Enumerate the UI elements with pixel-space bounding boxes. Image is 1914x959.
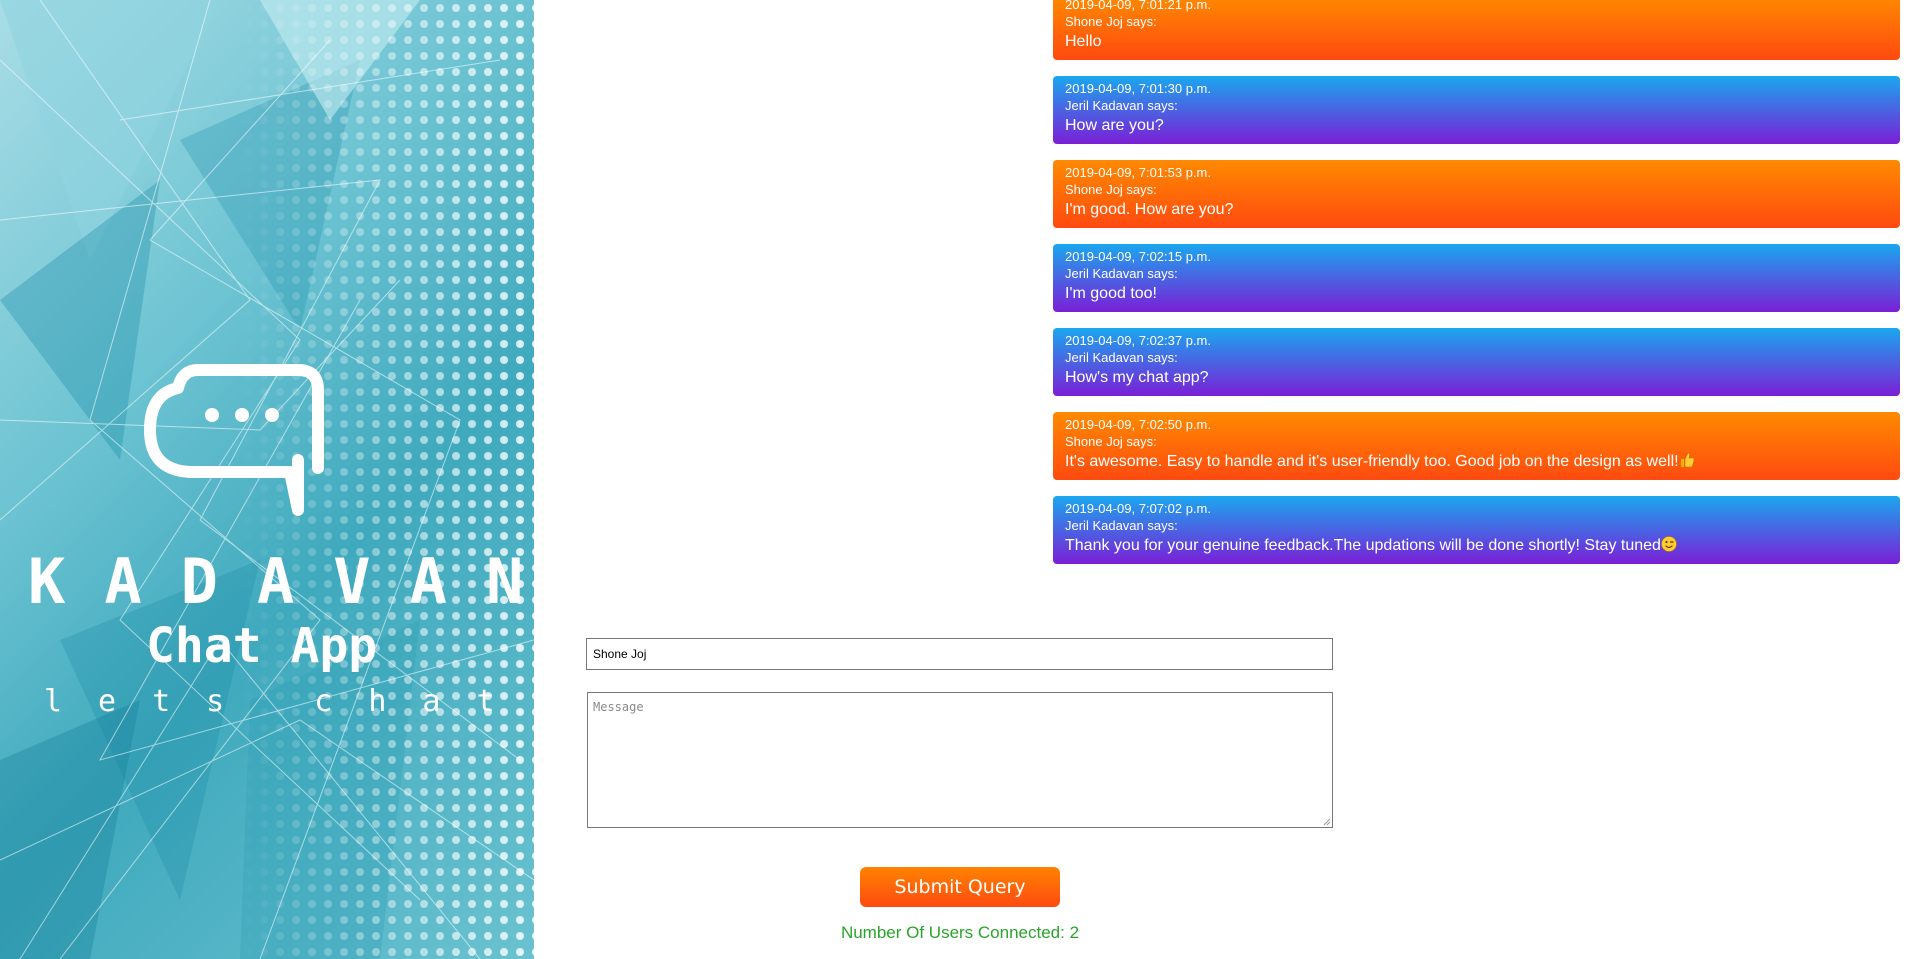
- message-author: Jeril Kadavan says:: [1065, 350, 1178, 365]
- brand-subtitle: Chat App: [146, 618, 378, 674]
- message-timestamp: 2019-04-09, 7:01:21 p.m.: [1065, 0, 1211, 12]
- message-input[interactable]: [587, 692, 1333, 828]
- chat-content: 2019-04-09, 7:01:21 p.m. Shone Joj says:…: [534, 0, 1914, 959]
- message-author: Shone Joj says:: [1065, 434, 1157, 449]
- message-item: 2019-04-09, 7:01:53 p.m. Shone Joj says:…: [1053, 160, 1900, 228]
- brand-tagline: lets chat: [44, 684, 531, 719]
- message-text: How are you?: [1065, 117, 1164, 134]
- wink-face-icon: [1661, 536, 1677, 552]
- message-author: Jeril Kadavan says:: [1065, 518, 1178, 533]
- message-author: Shone Joj says:: [1065, 14, 1157, 29]
- message-text: I'm good. How are you?: [1065, 201, 1234, 218]
- brand-name: KADAVAN: [28, 545, 534, 618]
- message-author: Jeril Kadavan says:: [1065, 98, 1178, 113]
- message-list: 2019-04-09, 7:01:21 p.m. Shone Joj says:…: [1053, 0, 1900, 580]
- message-timestamp: 2019-04-09, 7:02:50 p.m.: [1065, 417, 1211, 432]
- message-item: 2019-04-09, 7:07:02 p.m. Jeril Kadavan s…: [1053, 496, 1900, 564]
- message-item: 2019-04-09, 7:02:37 p.m. Jeril Kadavan s…: [1053, 328, 1900, 396]
- users-connected-status: Number Of Users Connected: 2: [840, 923, 1080, 942]
- message-text-content: Thank you for your genuine feedback.The …: [1065, 537, 1661, 554]
- brand-panel: KADAVAN Chat App lets chat: [0, 0, 534, 959]
- message-author: Shone Joj says:: [1065, 182, 1157, 197]
- message-author: Jeril Kadavan says:: [1065, 266, 1178, 281]
- message-timestamp: 2019-04-09, 7:01:53 p.m.: [1065, 165, 1211, 180]
- message-text: How's my chat app?: [1065, 369, 1209, 386]
- message-item: 2019-04-09, 7:02:50 p.m. Shone Joj says:…: [1053, 412, 1900, 480]
- message-timestamp: 2019-04-09, 7:07:02 p.m.: [1065, 501, 1211, 516]
- message-timestamp: 2019-04-09, 7:02:37 p.m.: [1065, 333, 1211, 348]
- message-text: Thank you for your genuine feedback.The …: [1065, 535, 1888, 557]
- message-item: 2019-04-09, 7:01:30 p.m. Jeril Kadavan s…: [1053, 76, 1900, 144]
- message-text: Hello: [1065, 33, 1102, 50]
- message-timestamp: 2019-04-09, 7:02:15 p.m.: [1065, 249, 1211, 264]
- message-text: I'm good too!: [1065, 285, 1157, 302]
- message-item: 2019-04-09, 7:01:21 p.m. Shone Joj says:…: [1053, 0, 1900, 60]
- message-text-content: It's awesome. Easy to handle and it's us…: [1065, 453, 1679, 470]
- thumbs-up-icon: [1680, 452, 1694, 468]
- name-input[interactable]: [586, 638, 1333, 670]
- resize-handle-icon[interactable]: [1321, 816, 1331, 826]
- message-item: 2019-04-09, 7:02:15 p.m. Jeril Kadavan s…: [1053, 244, 1900, 312]
- message-text: It's awesome. Easy to handle and it's us…: [1065, 451, 1888, 473]
- submit-button[interactable]: Submit Query: [860, 867, 1060, 907]
- chat-bubble-icon: [144, 364, 324, 516]
- message-timestamp: 2019-04-09, 7:01:30 p.m.: [1065, 81, 1211, 96]
